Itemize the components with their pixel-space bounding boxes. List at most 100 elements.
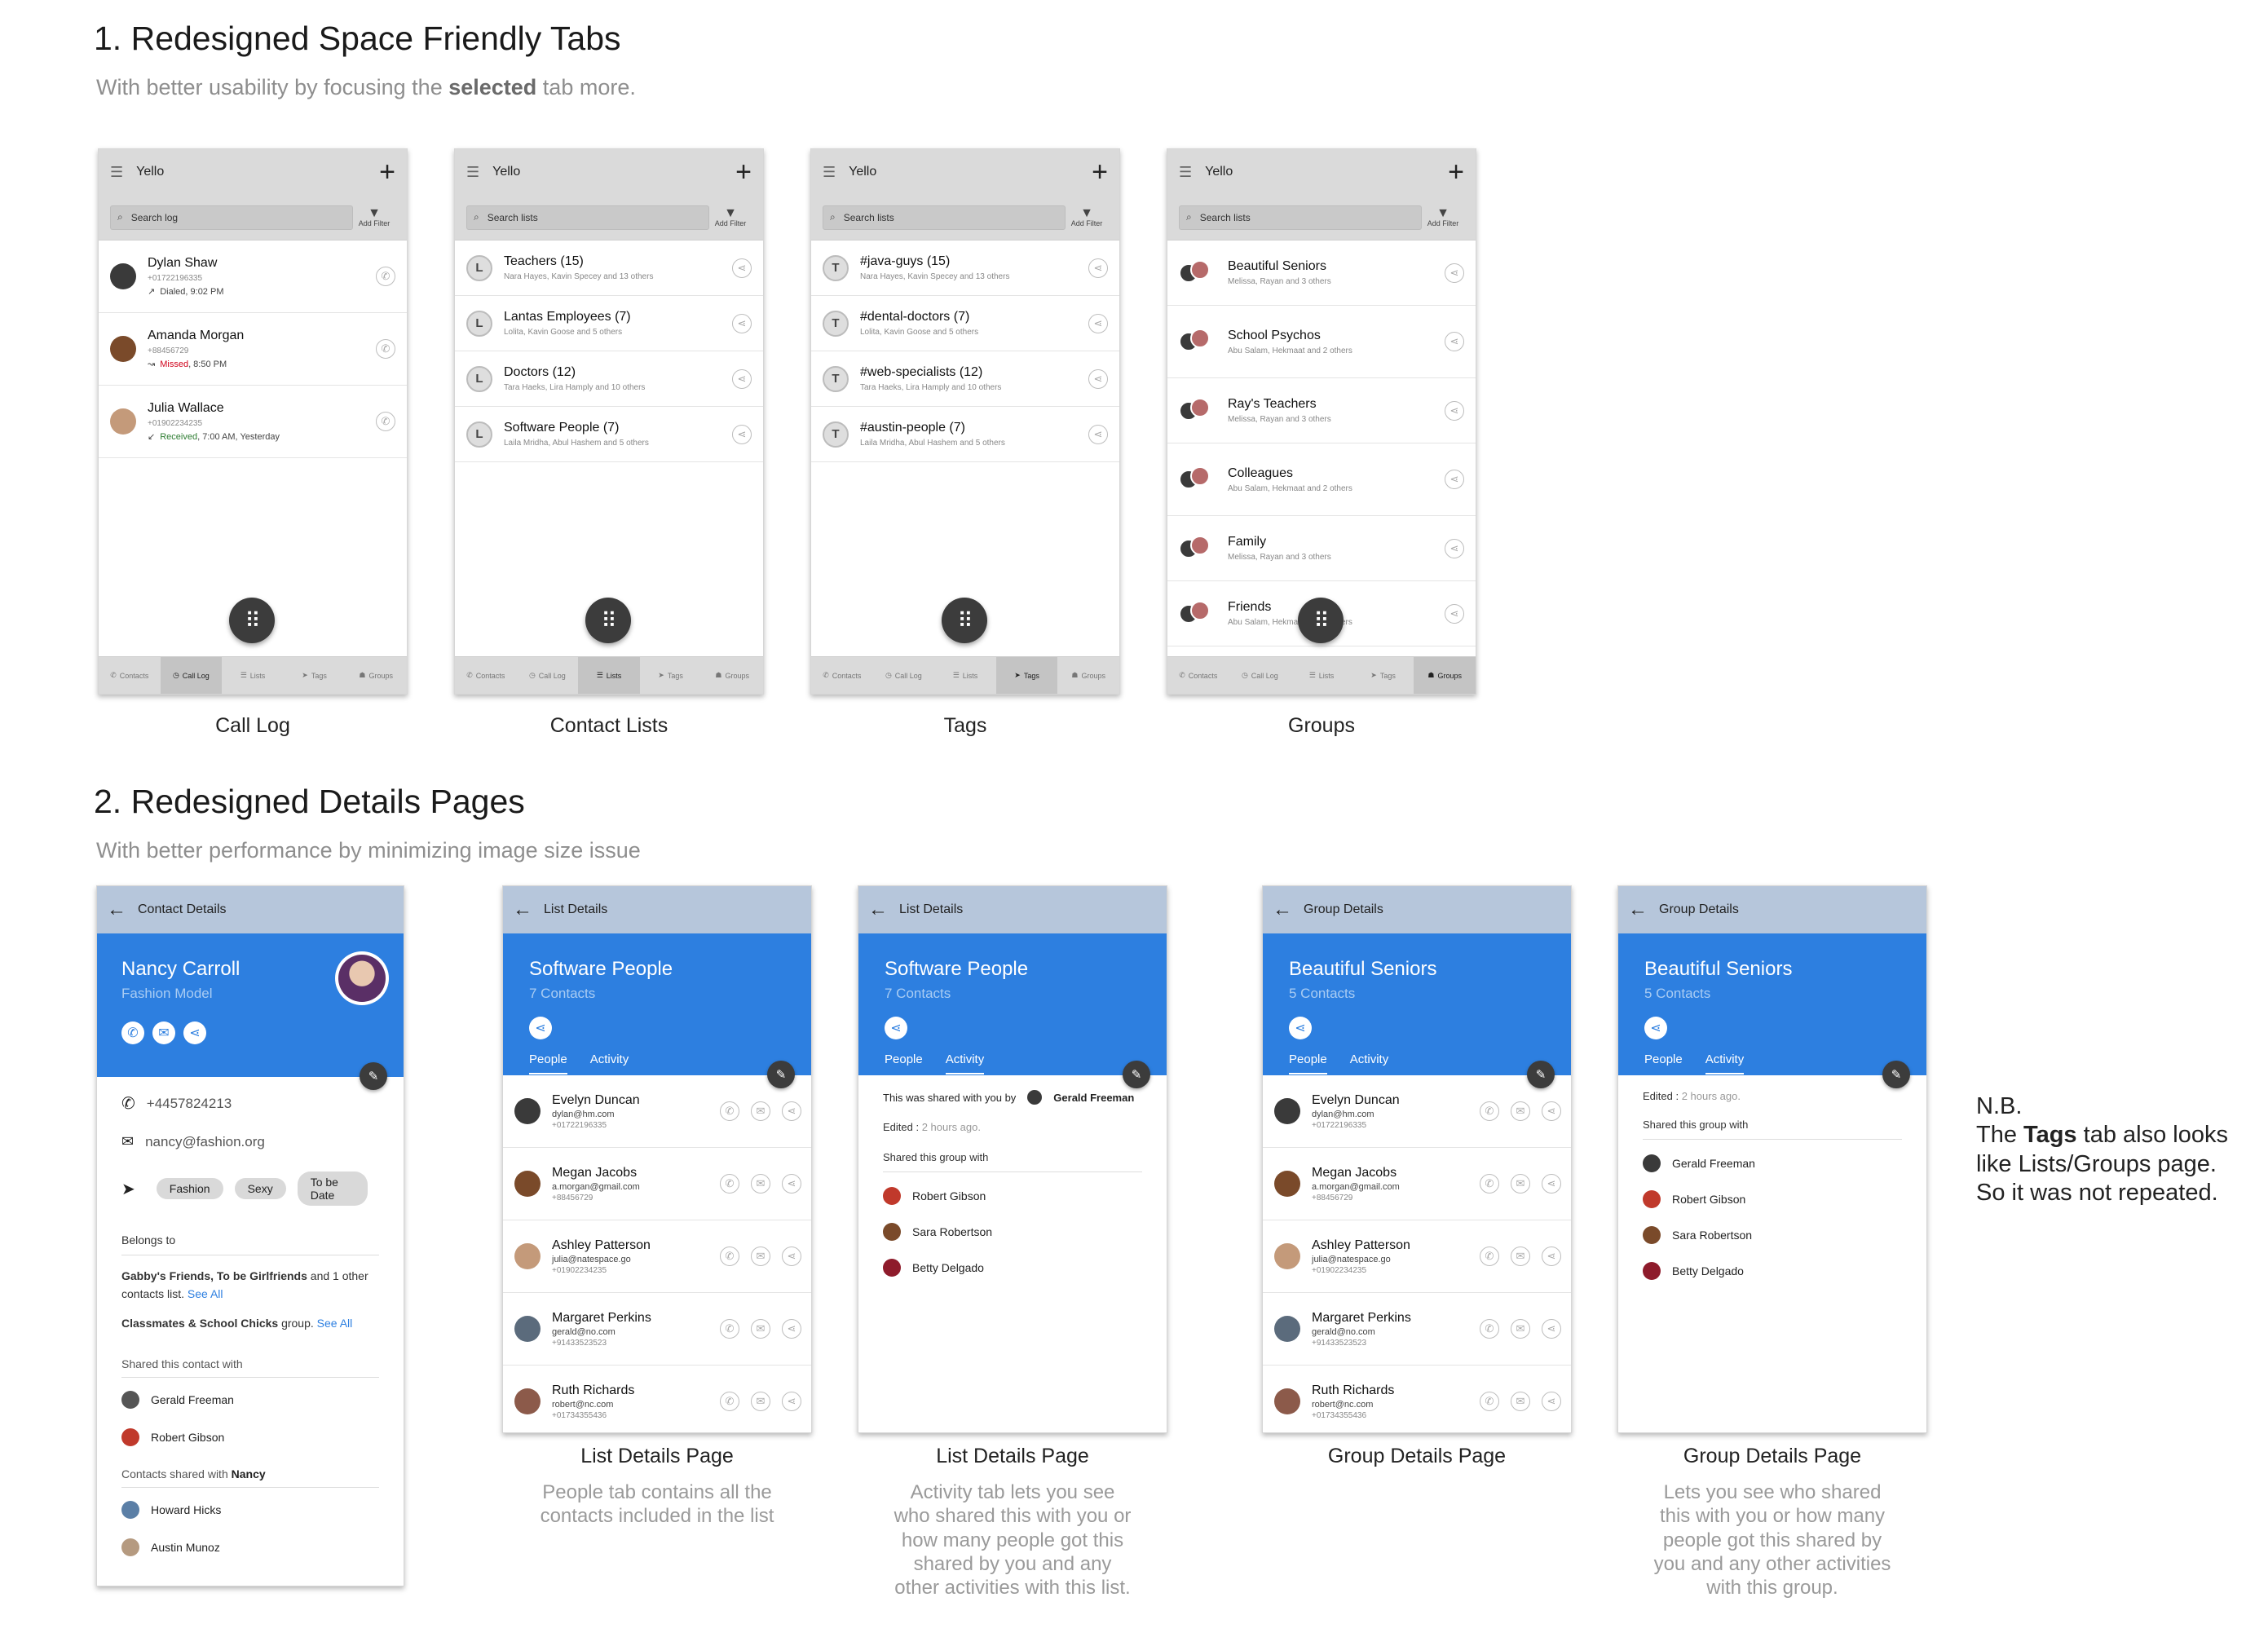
share-icon[interactable]: ⋖ <box>1289 1017 1312 1039</box>
shared-person[interactable]: Gerald Freeman <box>121 1390 379 1409</box>
message-icon[interactable]: ✉ <box>751 1174 770 1194</box>
share-icon[interactable]: ⋖ <box>782 1392 801 1411</box>
share-icon[interactable]: ⋖ <box>1445 603 1464 624</box>
share-icon[interactable]: ⋖ <box>1088 424 1108 444</box>
call-icon[interactable]: ✆ <box>1480 1247 1499 1266</box>
group-row[interactable]: Ray's Teachers Melissa, Rayan and 3 other… <box>1167 378 1476 443</box>
tab-lists[interactable]: ☰ Lists <box>1291 657 1352 694</box>
tag-chip[interactable]: Sexy <box>234 1178 286 1199</box>
message-icon[interactable]: ✉ <box>751 1101 770 1121</box>
back-arrow-icon[interactable]: ← <box>107 898 126 921</box>
tab-call-log[interactable]: ◷ Call Log <box>1229 657 1291 694</box>
menu-icon[interactable]: ☰ <box>110 164 123 181</box>
add-filter-button[interactable]: ▼ Add Filter <box>709 206 752 228</box>
tab-groups[interactable]: ☗ Groups <box>345 657 407 694</box>
tab-tags[interactable]: ➤ Tags <box>995 657 1058 694</box>
message-icon[interactable]: ✉ <box>1511 1101 1530 1121</box>
add-button[interactable]: + <box>735 158 752 186</box>
message-icon[interactable]: ✉ <box>751 1392 770 1411</box>
shared-person[interactable]: Betty Delgado <box>883 1259 1142 1277</box>
dialpad-button[interactable]: ⠿ <box>585 598 631 643</box>
message-icon[interactable]: ✉ <box>1511 1319 1530 1339</box>
edit-pencil-icon[interactable]: ✎ <box>360 1062 387 1090</box>
shared-person[interactable]: Gerald Freeman <box>1643 1154 1902 1172</box>
tab-groups[interactable]: ☗ Groups <box>1057 657 1119 694</box>
list-row[interactable]: T #java-guys (15) Nara Hayes, Kavin Specey… <box>811 240 1119 296</box>
person-row[interactable]: Evelyn Duncan dylan@hm.com +01722196335 ✆ ✉ ⋖ <box>503 1075 811 1148</box>
shared-person[interactable]: Sara Robertson <box>883 1223 1142 1241</box>
tab-lists[interactable]: ☰ Lists <box>222 657 284 694</box>
dialpad-button[interactable]: ⠿ <box>942 598 987 643</box>
person-row[interactable]: Ruth Richards robert@nc.com +01734355436 ✆ ✉… <box>1263 1366 1571 1432</box>
call-log-row[interactable]: Amanda Morgan +88456729 ↝ Missed, 8:50 PM ✆ <box>99 313 407 386</box>
call-icon[interactable]: ✆ <box>720 1392 739 1411</box>
call-icon[interactable]: ✆ <box>1480 1319 1499 1339</box>
see-all-link[interactable]: See All <box>317 1317 353 1330</box>
tab-contacts[interactable]: ✆ Contacts <box>1167 657 1229 694</box>
group-row[interactable]: Family Melissa, Rayan and 3 others ⋖ <box>1167 516 1476 581</box>
share-icon[interactable]: ⋖ <box>1445 470 1464 489</box>
tab-people[interactable]: People <box>885 1052 923 1074</box>
share-icon[interactable]: ⋖ <box>529 1017 552 1039</box>
group-row[interactable]: School Psychos Abu Salam, Hekmaat and 2 o… <box>1167 306 1476 378</box>
person-row[interactable]: Ruth Richards robert@nc.com +01734355436 ✆ ✉… <box>503 1366 811 1432</box>
edit-pencil-icon[interactable]: ✎ <box>1882 1061 1910 1088</box>
list-row[interactable]: T #austin-people (7) Laila Mridha, Abul Ha… <box>811 407 1119 462</box>
tab-people[interactable]: People <box>529 1052 567 1074</box>
tab-groups[interactable]: ☗ Groups <box>1414 657 1476 694</box>
tag-chip[interactable]: To be Date <box>297 1171 368 1206</box>
share-icon[interactable]: ⋖ <box>782 1319 801 1339</box>
group-row[interactable]: Beautiful Seniors Melissa, Rayan and 3 ot… <box>1167 240 1476 306</box>
tab-lists[interactable]: ☰ Lists <box>934 657 996 694</box>
share-icon[interactable]: ⋖ <box>1445 263 1464 283</box>
share-icon[interactable]: ⋖ <box>1445 538 1464 558</box>
message-icon[interactable]: ✉ <box>1511 1247 1530 1266</box>
share-icon[interactable]: ⋖ <box>732 313 752 333</box>
list-row[interactable]: L Teachers (15) Nara Hayes, Kavin Specey a… <box>455 240 763 296</box>
message-icon[interactable]: ✉ <box>751 1319 770 1339</box>
dialpad-button[interactable]: ⠿ <box>1298 598 1344 643</box>
edit-pencil-icon[interactable]: ✎ <box>1123 1061 1150 1088</box>
back-arrow-icon[interactable]: ← <box>868 898 888 921</box>
share-icon[interactable]: ⋖ <box>1445 332 1464 351</box>
person-row[interactable]: Evelyn Duncan dylan@hm.com +01722196335 ✆ ✉ ⋖ <box>1263 1075 1571 1148</box>
message-icon[interactable]: ✉ <box>751 1247 770 1266</box>
add-filter-button[interactable]: ▼ Add Filter <box>1422 206 1464 228</box>
tab-tags[interactable]: ➤ Tags <box>1352 657 1414 694</box>
person-row[interactable]: Megan Jacobs a.morgan@gmail.com +88456729 ✆… <box>1263 1148 1571 1220</box>
search-input[interactable]: ⌕ Search lists <box>466 205 709 230</box>
message-icon[interactable]: ✉ <box>1511 1392 1530 1411</box>
share-icon[interactable]: ⋖ <box>1542 1247 1561 1266</box>
call-log-row[interactable]: Julia Wallace +01902234235 ↙ Received, 7:00… <box>99 386 407 458</box>
share-icon[interactable]: ⋖ <box>782 1101 801 1121</box>
tab-tags[interactable]: ➤ Tags <box>284 657 346 694</box>
call-icon[interactable]: ✆ <box>121 1021 144 1044</box>
add-button[interactable]: + <box>1448 158 1464 186</box>
call-icon[interactable]: ✆ <box>720 1174 739 1194</box>
call-icon[interactable]: ✆ <box>1480 1174 1499 1194</box>
shared-contact[interactable]: Howard Hicks <box>121 1500 379 1519</box>
call-icon[interactable]: ✆ <box>1480 1392 1499 1411</box>
search-input[interactable]: ⌕ Search lists <box>823 205 1066 230</box>
back-arrow-icon[interactable]: ← <box>513 898 532 921</box>
see-all-link[interactable]: See All <box>188 1287 223 1300</box>
message-icon[interactable]: ✉ <box>152 1021 175 1044</box>
list-row[interactable]: L Software People (7) Laila Mridha, Abul H… <box>455 407 763 462</box>
tab-contacts[interactable]: ✆ Contacts <box>811 657 873 694</box>
share-icon[interactable]: ⋖ <box>1088 313 1108 333</box>
call-log-row[interactable]: Dylan Shaw +01722196335 ↗ Dialed, 9:02 PM ✆ <box>99 240 407 313</box>
shared-person[interactable]: Sara Robertson <box>1643 1226 1902 1244</box>
call-icon[interactable]: ✆ <box>376 267 395 286</box>
share-icon[interactable]: ⋖ <box>1445 400 1464 421</box>
share-icon[interactable]: ⋖ <box>782 1174 801 1194</box>
tab-call-log[interactable]: ◷ Call Log <box>873 657 935 694</box>
add-filter-button[interactable]: ▼ Add Filter <box>1066 206 1108 228</box>
person-row[interactable]: Ashley Patterson julia@natespace.go +01902… <box>1263 1220 1571 1293</box>
person-row[interactable]: Margaret Perkins gerald@no.com +9143352352… <box>1263 1293 1571 1366</box>
call-icon[interactable]: ✆ <box>720 1101 739 1121</box>
search-input[interactable]: ⌕ Search lists <box>1179 205 1422 230</box>
tab-call-log[interactable]: ◷ Call Log <box>160 657 223 694</box>
share-icon[interactable]: ⋖ <box>732 368 752 389</box>
menu-icon[interactable]: ☰ <box>466 164 479 181</box>
shared-person[interactable]: Robert Gibson <box>121 1427 379 1446</box>
